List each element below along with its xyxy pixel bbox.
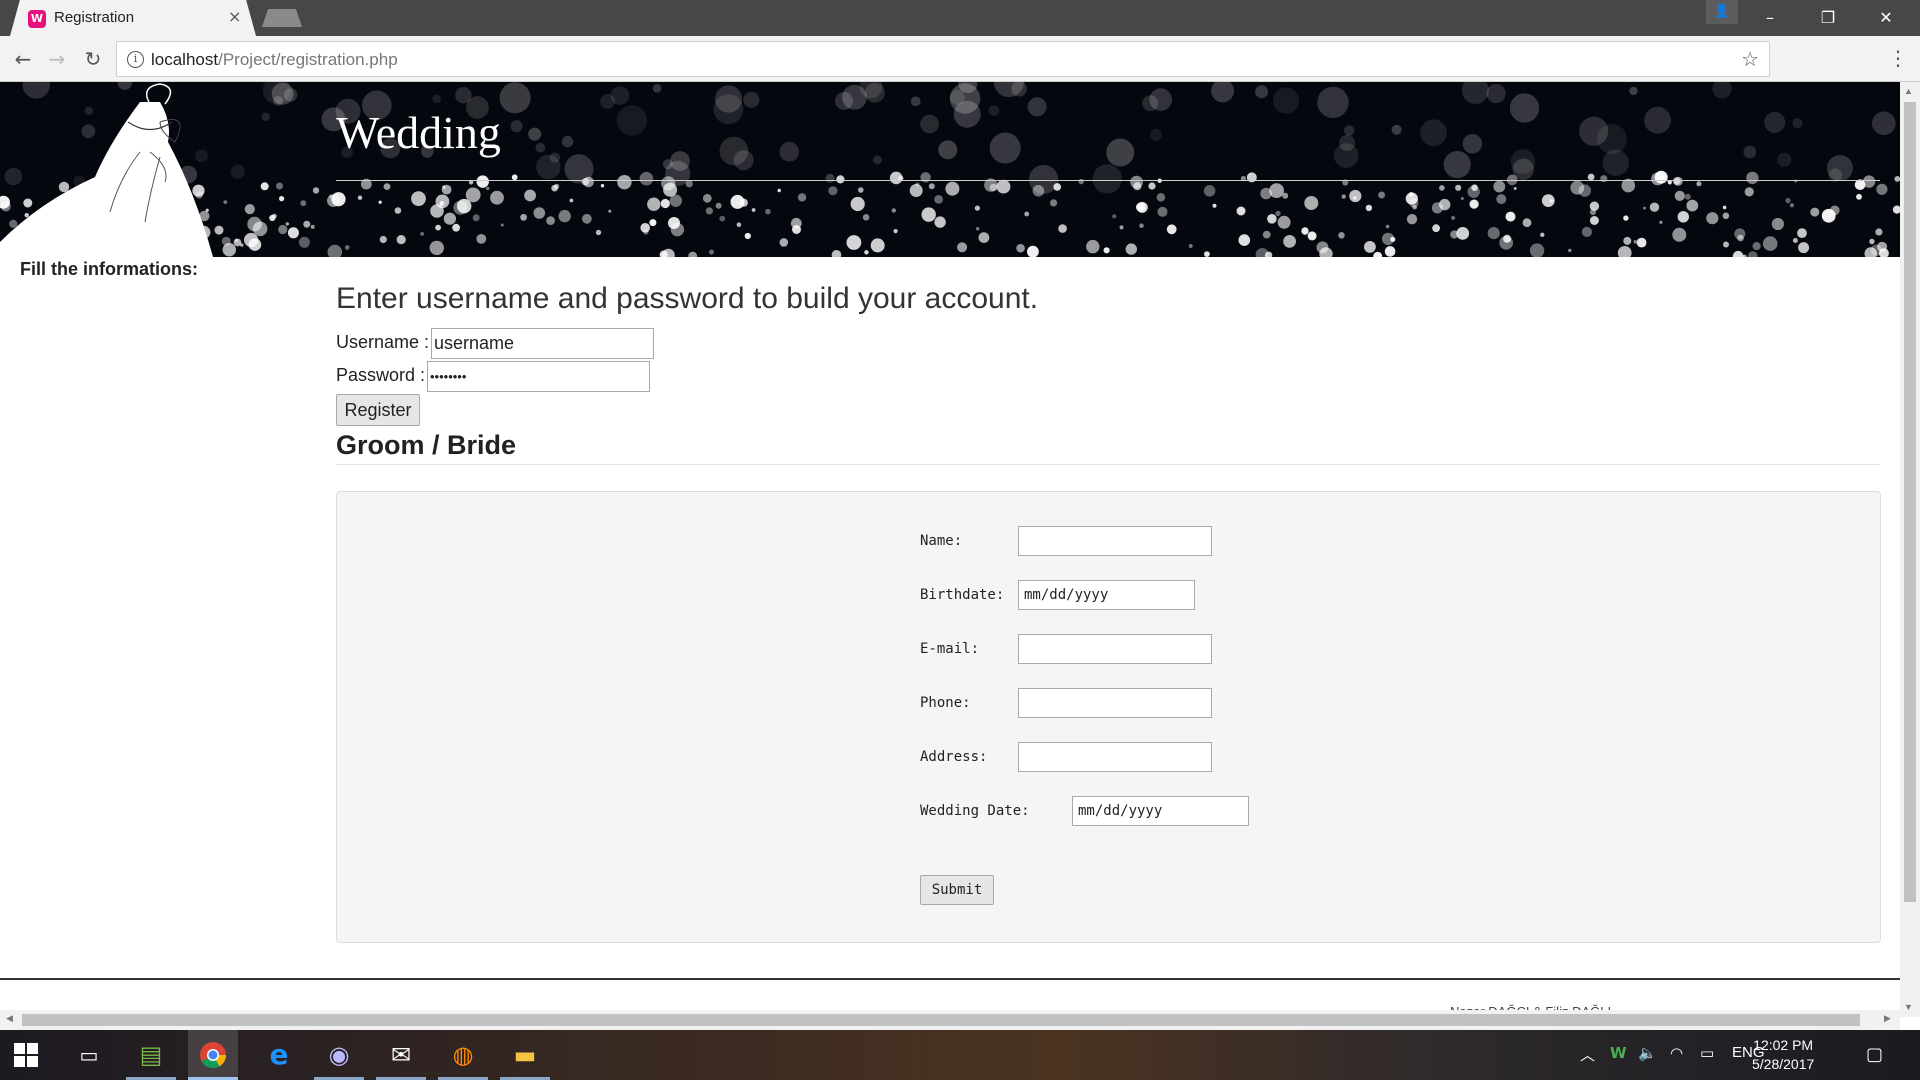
footer-divider [0, 978, 1900, 980]
banner-title: Wedding [336, 107, 501, 158]
new-tab-button[interactable] [262, 9, 302, 27]
notification-center-icon[interactable]: ▢ [1866, 1044, 1883, 1065]
vertical-scrollbar[interactable]: ▲ ▼ [1900, 82, 1920, 1017]
wamp-tray-icon[interactable]: W [1610, 1044, 1627, 1062]
tab-close-icon[interactable]: × [228, 7, 241, 26]
url-text[interactable]: localhost/Project/registration.php [151, 50, 398, 70]
wedding-dress-logo [0, 83, 213, 257]
address-input[interactable] [1018, 742, 1212, 772]
phone-input[interactable] [1018, 688, 1212, 718]
url-host: localhost [151, 50, 219, 69]
section-divider [336, 464, 1880, 465]
url-path: /Project/registration.php [218, 50, 398, 69]
firefox-app-icon[interactable]: ◍ [438, 1030, 488, 1080]
clock-time: 12:02 PM [1753, 1037, 1814, 1053]
show-hidden-icons-icon[interactable]: ︿ [1580, 1044, 1595, 1065]
volume-icon[interactable]: 🔈 [1638, 1044, 1657, 1062]
page-heading: Enter username and password to build you… [336, 282, 1039, 315]
notepad-app-icon[interactable]: ▤ [126, 1030, 176, 1080]
tab-title: Registration [54, 9, 135, 26]
password-input[interactable] [427, 361, 650, 392]
horizontal-scrollbar[interactable]: ◀ ▶ [0, 1010, 1900, 1030]
bokeh-background [0, 82, 1900, 257]
groom-bride-form-panel: Name: Birthdate: mm/dd/yyyy E-mail: Phon… [336, 491, 1881, 943]
email-label: E-mail: [920, 641, 980, 657]
file-explorer-icon[interactable]: ▬ [500, 1030, 550, 1080]
scroll-up-icon[interactable]: ▲ [1904, 86, 1913, 96]
wifi-icon[interactable]: ◠ [1670, 1044, 1683, 1062]
sidebar-label: Fill the informations: [20, 259, 198, 279]
banner-divider [336, 180, 1880, 181]
password-label: Password : [336, 365, 426, 385]
scroll-right-icon[interactable]: ▶ [1884, 1013, 1891, 1024]
browser-menu-icon[interactable]: ⋮ [1888, 46, 1908, 70]
task-view-icon[interactable]: ▭ [64, 1030, 114, 1080]
battery-icon[interactable]: ▭ [1700, 1044, 1714, 1062]
minimize-button[interactable]: – [1750, 4, 1790, 32]
reload-icon[interactable]: ↻ [80, 46, 106, 72]
eclipse-app-icon[interactable]: ◉ [314, 1030, 364, 1080]
phone-label: Phone: [920, 695, 971, 711]
section-heading-groom-bride: Groom / Bride [336, 430, 517, 460]
wedding-date-input[interactable]: mm/dd/yyyy [1072, 796, 1249, 826]
info-icon[interactable]: i [127, 51, 144, 68]
address-label: Address: [920, 749, 988, 765]
username-input[interactable] [431, 328, 654, 359]
browser-tab-bar: W Registration × 👤 – ❐ ✕ [0, 0, 1920, 36]
restore-button[interactable]: ❐ [1808, 4, 1848, 32]
horizontal-scroll-thumb[interactable] [22, 1014, 1860, 1026]
name-input[interactable] [1018, 526, 1212, 556]
close-window-button[interactable]: ✕ [1866, 4, 1906, 32]
name-label: Name: [920, 533, 963, 549]
favicon-icon: W [28, 10, 46, 28]
profile-icon[interactable]: 👤 [1706, 0, 1738, 24]
windows-taskbar: ▭ ▤ e ◉ ✉ ◍ ▬ ︿ W 🔈 ◠ ▭ ENG 12:02 PM 5/2… [0, 1030, 1920, 1080]
windows-start-icon[interactable] [14, 1043, 38, 1067]
wedding-date-label: Wedding Date: [920, 803, 1030, 819]
chrome-app-icon[interactable] [188, 1030, 238, 1080]
email-input[interactable] [1018, 634, 1212, 664]
forward-arrow-icon[interactable]: → [44, 46, 70, 72]
register-button[interactable]: Register [336, 394, 420, 426]
scroll-left-icon[interactable]: ◀ [6, 1013, 13, 1024]
edge-app-icon[interactable]: e [254, 1030, 304, 1080]
username-label: Username : [336, 332, 430, 352]
address-bar[interactable]: i localhost/Project/registration.php ☆ [116, 41, 1770, 77]
taskbar-clock[interactable]: 12:02 PM 5/28/2017 [1752, 1036, 1814, 1074]
page-viewport: Wedding Fill the informations: Enter use… [0, 82, 1900, 1017]
header-banner: Wedding [0, 82, 1900, 257]
clock-date: 5/28/2017 [1752, 1056, 1815, 1072]
scroll-down-icon[interactable]: ▼ [1904, 1002, 1913, 1012]
submit-button[interactable]: Submit [920, 875, 994, 905]
birthdate-input[interactable]: mm/dd/yyyy [1018, 580, 1195, 610]
back-arrow-icon[interactable]: ← [10, 46, 36, 72]
mail-app-icon[interactable]: ✉ [376, 1030, 426, 1080]
vertical-scroll-thumb[interactable] [1904, 102, 1916, 902]
birthdate-label: Birthdate: [920, 587, 1005, 603]
bookmark-star-icon[interactable]: ☆ [1741, 47, 1759, 71]
browser-toolbar: ← → ↻ i localhost/Project/registration.p… [0, 36, 1920, 82]
